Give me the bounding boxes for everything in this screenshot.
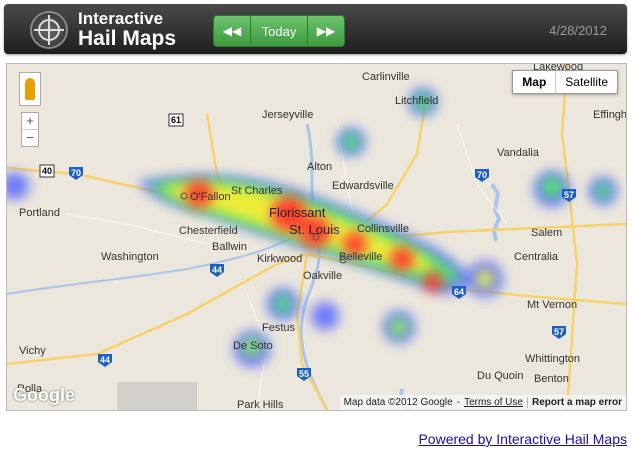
- svg-text:70: 70: [477, 170, 487, 180]
- today-button[interactable]: Today: [250, 16, 308, 46]
- place-label: Jerseyville: [262, 109, 313, 121]
- place-label: Portland: [19, 207, 60, 219]
- route-shield-70-east: 70: [475, 169, 489, 182]
- place-label: Ballwin: [212, 241, 247, 253]
- zoom-out-button[interactable]: −: [22, 129, 38, 146]
- zoom-in-button[interactable]: +: [22, 113, 38, 129]
- place-label: Effingham: [593, 109, 626, 121]
- google-logo: Google: [13, 385, 75, 405]
- place-label: St Charles: [231, 185, 283, 197]
- place-label: Kirkwood: [257, 253, 302, 265]
- place-label: Litchfield: [395, 95, 438, 107]
- route-shield-64: 64: [452, 286, 466, 299]
- place-label: De Soto: [233, 340, 273, 352]
- svg-text:70: 70: [71, 168, 81, 178]
- map-data-credit: Map data ©2012 Google: [343, 397, 453, 408]
- double-right-arrow-icon: ▶▶: [316, 24, 336, 38]
- place-label: Mt Vernon: [527, 299, 577, 311]
- powered-by-link[interactable]: Powered by Interactive Hail Maps: [418, 431, 627, 447]
- place-label: O'Fallon: [190, 191, 231, 203]
- place-label: Washington: [101, 251, 159, 263]
- place-label: Du Quoin: [477, 370, 523, 382]
- place-label: Centralia: [514, 251, 559, 263]
- svg-text:44: 44: [100, 355, 110, 365]
- svg-text:44: 44: [212, 265, 222, 275]
- svg-text:61: 61: [171, 115, 181, 125]
- svg-text:57: 57: [554, 327, 564, 337]
- place-label: Carlinville: [362, 71, 410, 83]
- svg-text:57: 57: [564, 190, 574, 200]
- route-shield-44: 44: [210, 264, 224, 277]
- hail-map[interactable]: 61 40 70 70 57 44 44 55 64 57 Carlinvill…: [6, 63, 627, 411]
- app-header: Interactive Hail Maps ◀◀ Today ▶▶ 4/28/2…: [4, 4, 627, 54]
- map-type-satellite-button[interactable]: Satellite: [556, 71, 617, 93]
- route-shield-70: 70: [69, 167, 83, 180]
- logo-line1: Interactive: [78, 9, 164, 28]
- route-shield-57-south: 57: [552, 326, 566, 339]
- route-shield-40: 40: [39, 164, 55, 178]
- place-label: Benton: [534, 373, 569, 385]
- logo-line2: Hail Maps: [78, 27, 177, 50]
- place-label: Vichy: [19, 345, 46, 357]
- place-label: Vandalia: [497, 147, 540, 159]
- svg-text:55: 55: [299, 369, 309, 379]
- svg-text:64: 64: [454, 287, 464, 297]
- date-navigation: ◀◀ Today ▶▶: [213, 15, 345, 47]
- app-logo-text: Interactive Hail Maps: [78, 10, 176, 49]
- place-label: Park Hills: [237, 399, 284, 410]
- double-left-arrow-icon: ◀◀: [222, 24, 242, 38]
- crosshair-logo-icon: [30, 11, 68, 49]
- place-label: Whittington: [525, 353, 580, 365]
- next-day-button[interactable]: ▶▶: [308, 16, 344, 46]
- street-view-pegman-icon[interactable]: [19, 72, 41, 106]
- previous-day-button[interactable]: ◀◀: [214, 16, 250, 46]
- svg-text:40: 40: [42, 166, 52, 176]
- place-label: Edwardsville: [332, 180, 394, 192]
- place-label: Salem: [531, 227, 562, 239]
- place-label: Collinsville: [357, 223, 409, 235]
- route-shield-44-south: 44: [98, 354, 112, 367]
- map-canvas: 61 40 70 70 57 44 44 55 64 57 Carlinvill…: [7, 64, 626, 410]
- current-date: 4/28/2012: [549, 23, 607, 38]
- place-label: Chesterfield: [179, 225, 238, 237]
- route-shield-61: 61: [168, 113, 184, 127]
- report-map-error-link[interactable]: Report a map error: [526, 397, 622, 408]
- map-attribution: Map data ©2012 Google - Terms of Use Rep…: [339, 395, 626, 410]
- map-type-map-button[interactable]: Map: [513, 71, 557, 93]
- terms-of-use-link[interactable]: Terms of Use: [464, 397, 523, 408]
- place-label: Florissant: [269, 205, 326, 220]
- place-label: Festus: [262, 322, 296, 334]
- place-label: Oakville: [303, 270, 342, 282]
- zoom-control: + −: [21, 112, 39, 147]
- map-type-control: Map Satellite: [512, 70, 618, 94]
- place-label: Alton: [307, 161, 332, 173]
